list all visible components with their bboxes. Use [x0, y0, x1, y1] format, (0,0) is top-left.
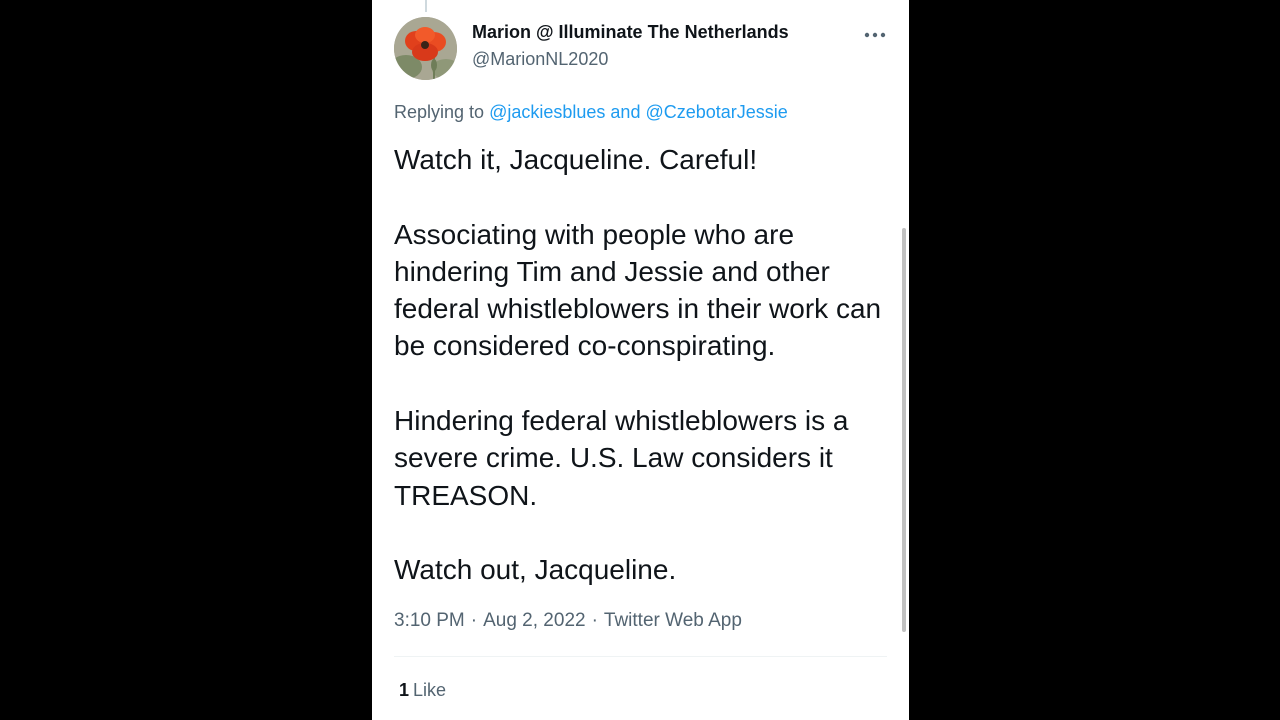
- replying-to-line: Replying to @jackiesblues and @CzebotarJ…: [394, 102, 788, 123]
- replying-to-prefix: Replying to: [394, 102, 485, 122]
- scrollbar-thumb[interactable]: [902, 228, 906, 632]
- divider: [394, 656, 887, 657]
- reply-target-link-2[interactable]: @CzebotarJessie: [645, 102, 787, 122]
- author-handle[interactable]: @MarionNL2020: [472, 49, 608, 70]
- tweet-source[interactable]: Twitter Web App: [604, 610, 742, 631]
- more-horizontal-icon: [864, 32, 886, 38]
- meta-separator: ·: [591, 610, 598, 631]
- reply-target-conjunction[interactable]: and: [610, 102, 640, 122]
- screen: Marion @ Illuminate The Netherlands @Mar…: [0, 0, 1280, 720]
- likes-label: Like: [413, 680, 447, 700]
- more-options-button[interactable]: [860, 22, 890, 48]
- red-poppy-avatar-icon: [394, 17, 457, 80]
- avatar[interactable]: [394, 17, 457, 80]
- meta-separator: ·: [470, 610, 478, 631]
- tweet-paragraph: Associating with people who are hinderin…: [394, 218, 882, 362]
- likes-count: 1: [399, 680, 410, 700]
- tweet-metadata: 3:10 PM · Aug 2, 2022 · Twitter Web App: [394, 610, 742, 632]
- scrollbar[interactable]: [901, 0, 909, 720]
- tweet-time[interactable]: 3:10 PM: [394, 610, 465, 631]
- tweet-date[interactable]: Aug 2, 2022: [483, 610, 585, 631]
- tweet-detail-panel: Marion @ Illuminate The Netherlands @Mar…: [372, 0, 909, 720]
- author-display-name[interactable]: Marion @ Illuminate The Netherlands: [472, 22, 789, 43]
- tweet-body: Watch it, Jacqueline. Careful! Associati…: [394, 141, 894, 589]
- reply-target-link-1[interactable]: @jackiesblues: [489, 102, 605, 122]
- tweet-paragraph: Watch out, Jacqueline.: [394, 554, 677, 586]
- thread-connector-line: [425, 0, 427, 12]
- tweet-paragraph: Watch it, Jacqueline. Careful!: [394, 144, 758, 175]
- tweet-paragraph: Hindering federal whistleblowers is a se…: [394, 405, 849, 511]
- likes-count-link[interactable]: 1 Like: [399, 680, 446, 701]
